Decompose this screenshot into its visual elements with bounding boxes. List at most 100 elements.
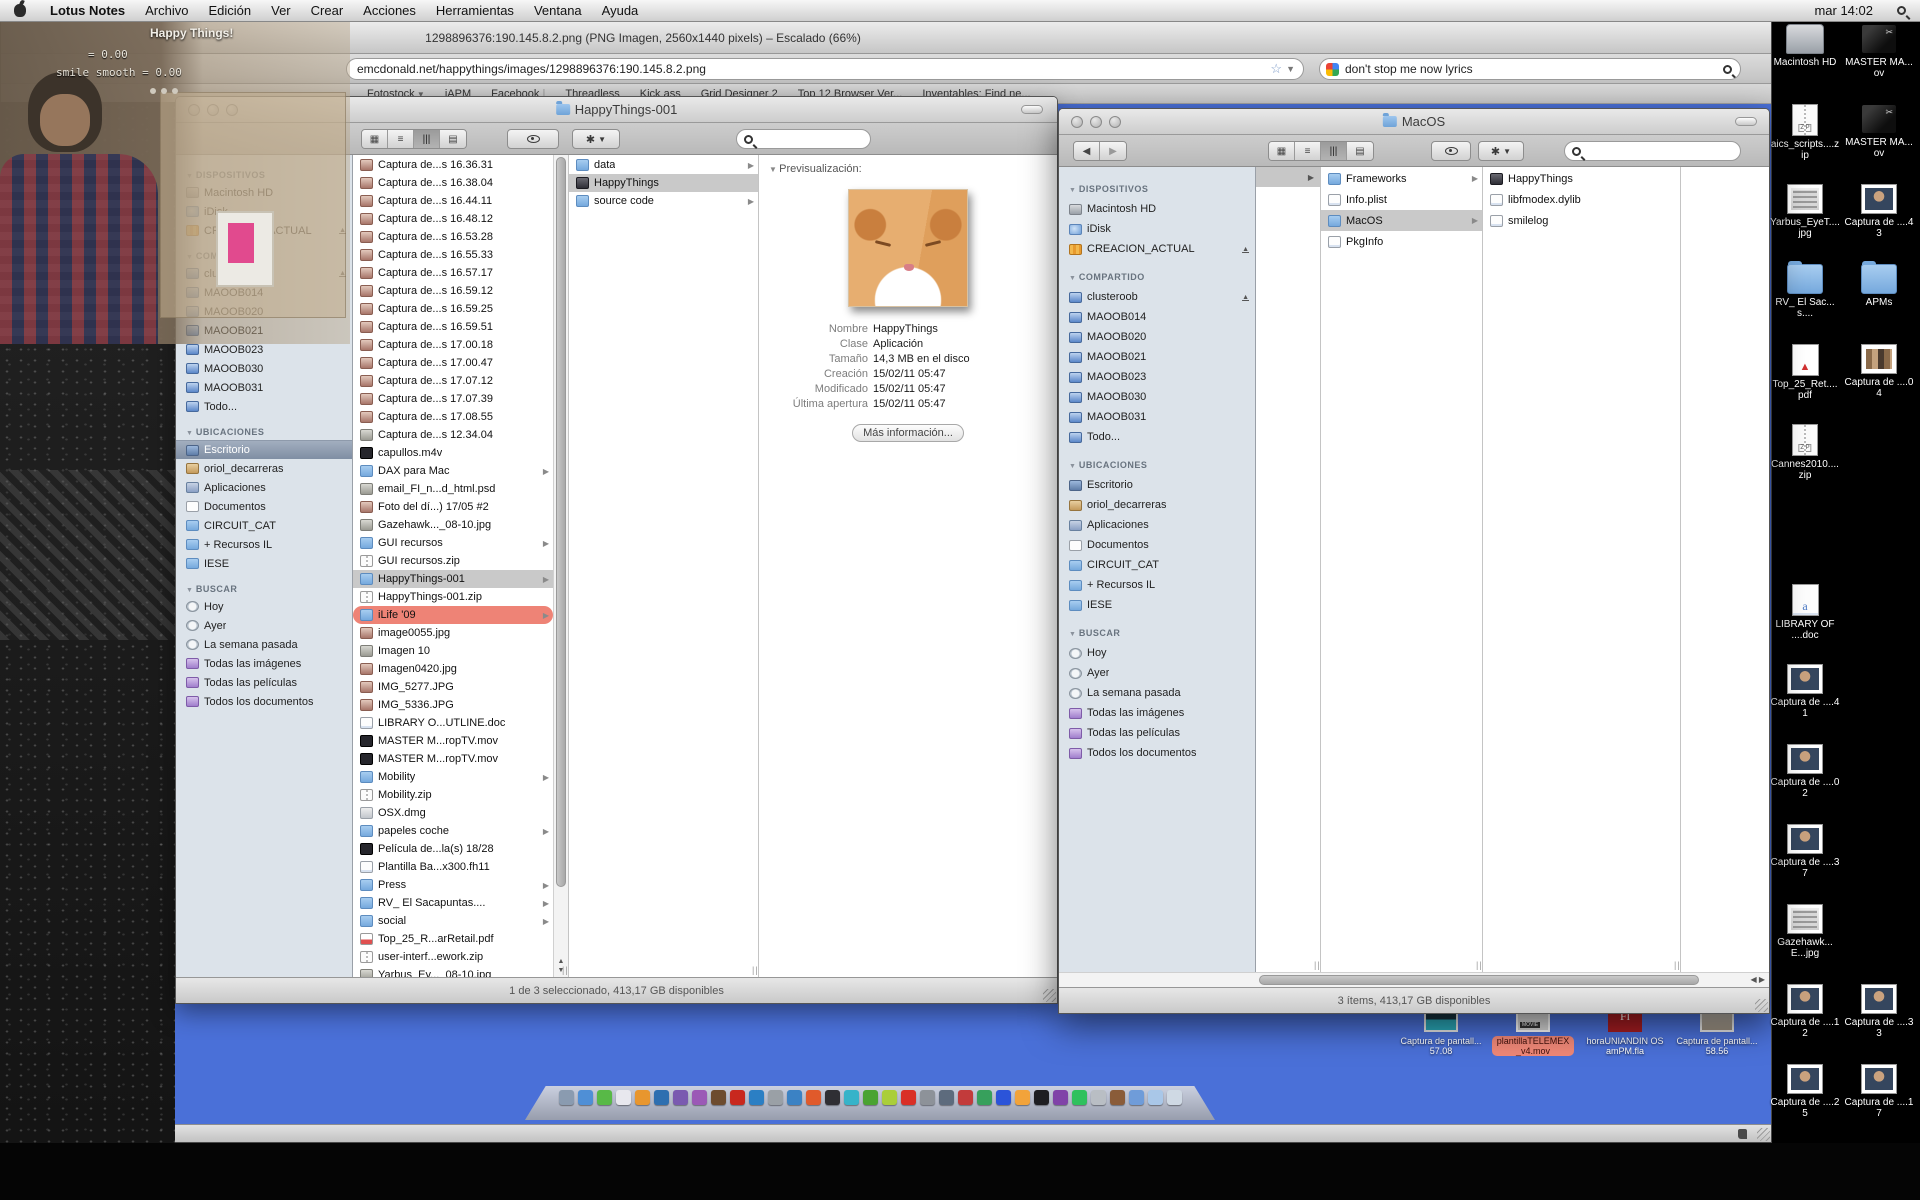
dock-app-21[interactable] — [939, 1090, 954, 1105]
desktop-icon[interactable]: APMs — [1843, 264, 1915, 344]
file-row[interactable]: Plantilla Ba...x300.fh11 — [353, 858, 553, 876]
desktop-icon[interactable]: MASTER MA...ov — [1843, 104, 1915, 184]
sidebar-item[interactable]: IESE — [1059, 595, 1255, 615]
menu-item[interactable]: Herramientas — [426, 3, 524, 18]
dock-app-5[interactable] — [635, 1090, 650, 1105]
file-row[interactable]: HappyThings — [569, 174, 758, 192]
minimize-icon[interactable] — [1090, 116, 1102, 128]
sidebar-item[interactable]: Ayer — [1059, 663, 1255, 683]
dock-app-30[interactable] — [1110, 1090, 1125, 1105]
file-row[interactable]: Captura de...s 16.44.11 — [353, 192, 553, 210]
view-coverflow-button[interactable]: ▤ — [440, 130, 466, 148]
url-dropdown-icon[interactable]: ▼ — [1286, 64, 1303, 74]
menu-item[interactable]: Ayuda — [592, 3, 649, 18]
file-row[interactable]: Press ▶ — [353, 876, 553, 894]
dock-app-22[interactable] — [958, 1090, 973, 1105]
file-row[interactable]: smilelog — [1483, 210, 1680, 231]
sidebar-item[interactable]: Todas las imágenes — [1059, 703, 1255, 723]
file-row[interactable]: IMG_5336.JPG — [353, 696, 553, 714]
menu-item[interactable]: Edición — [198, 3, 261, 18]
desktop-icon[interactable]: Captura de ....41 — [1769, 664, 1841, 744]
desktop-icon[interactable]: Macintosh HD — [1769, 24, 1841, 104]
sidebar-item[interactable]: Todo... — [176, 397, 352, 416]
action-button[interactable]: ✱ ▼ — [572, 129, 620, 149]
view-list-button[interactable]: ≡ — [388, 130, 414, 148]
bookmark-star-icon[interactable]: ☆ — [1270, 61, 1286, 77]
sidebar-item[interactable]: Escritorio — [1059, 475, 1255, 495]
file-row[interactable]: MacOS ▶ — [1321, 210, 1482, 231]
dock-app-31[interactable] — [1129, 1090, 1144, 1105]
finder2-title-bar[interactable]: MacOS — [1059, 109, 1769, 135]
file-row[interactable]: DAX para Mac ▶ — [353, 462, 553, 480]
file-row[interactable]: Top_25_R...arRetail.pdf — [353, 930, 553, 948]
menu-item[interactable]: Acciones — [353, 3, 426, 18]
file-row[interactable]: GUI recursos ▶ — [353, 534, 553, 552]
finder-search-field[interactable] — [736, 129, 871, 149]
dock-app-15[interactable] — [825, 1090, 840, 1105]
dock-app-19[interactable] — [901, 1090, 916, 1105]
finder-search-field[interactable] — [1564, 141, 1741, 161]
file-row[interactable]: Captura de...s 16.59.25 — [353, 300, 553, 318]
sidebar-item[interactable]: iDisk — [1059, 219, 1255, 239]
sidebar-item[interactable]: Macintosh HD — [1059, 199, 1255, 219]
view-coverflow-button[interactable]: ▤ — [1347, 142, 1373, 160]
file-row[interactable]: iLife '09 ▶ — [353, 606, 553, 624]
menu-item[interactable]: Crear — [301, 3, 354, 18]
resize-grip[interactable] — [1755, 999, 1768, 1012]
toolbar-toggle-pill[interactable] — [1735, 117, 1757, 126]
view-list-button[interactable]: ≡ — [1295, 142, 1321, 160]
file-row[interactable]: social ▶ — [353, 912, 553, 930]
folder-proxy-icon[interactable] — [556, 104, 570, 115]
desktop-icon[interactable]: Gazehawk...E...jpg — [1769, 904, 1841, 984]
desktop-icon[interactable]: LIBRARY OF ....doc — [1769, 584, 1841, 664]
file-row[interactable]: Captura de...s 17.07.12 — [353, 372, 553, 390]
sidebar-item[interactable]: Hoy — [1059, 643, 1255, 663]
sidebar-item[interactable]: Aplicaciones — [176, 478, 352, 497]
file-row[interactable]: email_FI_n...d_html.psd — [353, 480, 553, 498]
spotlight-icon[interactable] — [1897, 6, 1906, 15]
sidebar-item[interactable]: Documentos — [1059, 535, 1255, 555]
back-button[interactable]: ◀ — [1074, 142, 1100, 160]
desktop-icon[interactable]: Captura de ....02 — [1769, 744, 1841, 824]
file-row[interactable]: Captura de...s 16.53.28 — [353, 228, 553, 246]
sidebar-item[interactable]: MAOOB031 — [1059, 407, 1255, 427]
file-row[interactable]: MASTER M...ropTV.mov — [353, 750, 553, 768]
sidebar-item[interactable]: CIRCUIT_CAT — [176, 516, 352, 535]
sidebar-item[interactable]: MAOOB031 — [176, 378, 352, 397]
desktop-icon[interactable]: Yarbus_EyeT....jpg — [1769, 184, 1841, 264]
file-row[interactable]: OSX.dmg — [353, 804, 553, 822]
desktop-icon[interactable]: Captura de ....12 — [1769, 984, 1841, 1064]
file-row[interactable]: Captura de...s 16.59.12 — [353, 282, 553, 300]
dock-app-4[interactable] — [616, 1090, 631, 1105]
dock-app-13[interactable] — [787, 1090, 802, 1105]
dock-app-17[interactable] — [863, 1090, 878, 1105]
file-row[interactable]: Captura de...s 12.34.04 — [353, 426, 553, 444]
file-row[interactable]: Captura de...s 17.07.39 — [353, 390, 553, 408]
file-row[interactable]: Info.plist — [1321, 189, 1482, 210]
sidebar-item[interactable]: CREACION_ACTUAL ▲ — [1059, 239, 1255, 259]
dock-app-28[interactable] — [1072, 1090, 1087, 1105]
menu-clock[interactable]: mar 14:02 — [1804, 3, 1883, 18]
menu-app-name[interactable]: Lotus Notes — [40, 3, 135, 18]
selected-parent-row[interactable]: ▶ — [1256, 167, 1320, 187]
dock-app-20[interactable] — [920, 1090, 935, 1105]
view-icons-button[interactable]: ▦ — [1269, 142, 1295, 160]
dock-app-24[interactable] — [996, 1090, 1011, 1105]
file-row[interactable]: IMG_5277.JPG — [353, 678, 553, 696]
sidebar-item[interactable]: COMPARTIDO — [1059, 267, 1255, 287]
sidebar-item[interactable]: Hoy — [176, 597, 352, 616]
desktop-icon[interactable]: Captura de ....25 — [1769, 1064, 1841, 1144]
dock-app-6[interactable] — [654, 1090, 669, 1105]
sidebar-item[interactable]: La semana pasada — [176, 635, 352, 654]
dock-app-25[interactable] — [1015, 1090, 1030, 1105]
file-row[interactable]: Gazehawk..._08-10.jpg — [353, 516, 553, 534]
file-row[interactable]: MASTER M...ropTV.mov — [353, 732, 553, 750]
file-row[interactable]: Captura de...s 16.38.04 — [353, 174, 553, 192]
sidebar-item[interactable]: Todas las películas — [176, 673, 352, 692]
dock-app-8[interactable] — [692, 1090, 707, 1105]
sidebar-item[interactable]: Escritorio — [176, 440, 352, 459]
sidebar-item[interactable]: Ayer — [176, 616, 352, 635]
sidebar-item[interactable]: UBICACIONES — [1059, 455, 1255, 475]
desktop-icon[interactable]: aics_scripts....zip — [1769, 104, 1841, 184]
view-columns-button[interactable]: ||| — [1321, 142, 1347, 160]
